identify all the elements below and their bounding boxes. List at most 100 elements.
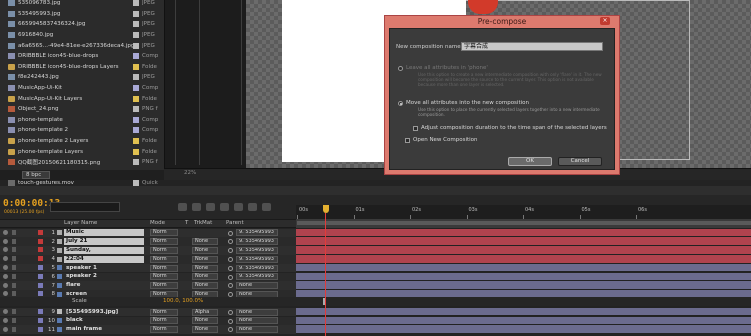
layer-duration-bar[interactable] bbox=[296, 237, 751, 247]
label-color-swatch[interactable] bbox=[133, 10, 139, 17]
project-item[interactable]: phone-template Comp bbox=[0, 115, 164, 126]
column-t[interactable]: T bbox=[185, 220, 188, 226]
layer-row[interactable]: 6 speaker 2 Norm None 9. 535495993 bbox=[0, 272, 296, 282]
project-item[interactable]: DRIBBBLE icon45-blue-drops Layers Folde bbox=[0, 62, 164, 73]
visibility-eye-icon[interactable] bbox=[3, 256, 8, 262]
project-item[interactable]: Object_24.png PNG f bbox=[0, 104, 164, 115]
layer-label-color[interactable] bbox=[38, 265, 43, 271]
label-color-swatch[interactable] bbox=[133, 148, 139, 155]
parent-dropdown[interactable]: None bbox=[236, 308, 278, 316]
label-color-swatch[interactable] bbox=[133, 95, 139, 102]
track-matte-dropdown[interactable]: None bbox=[192, 255, 218, 263]
parent-pickwhip-icon[interactable] bbox=[228, 239, 233, 245]
column-mode[interactable]: Mode bbox=[150, 220, 165, 226]
label-color-swatch[interactable] bbox=[133, 21, 139, 28]
label-color-swatch[interactable] bbox=[133, 138, 139, 145]
layer-row[interactable]: 1 Music Norm 9. 535495993 bbox=[0, 228, 296, 238]
audio-icon[interactable] bbox=[12, 265, 16, 271]
parent-dropdown[interactable]: 9. 535495993 bbox=[236, 246, 278, 254]
blend-mode-dropdown[interactable]: Norm bbox=[150, 308, 178, 316]
parent-dropdown[interactable]: 9. 535495993 bbox=[236, 229, 278, 237]
parent-dropdown[interactable]: None bbox=[236, 317, 278, 325]
audio-icon[interactable] bbox=[12, 317, 16, 323]
layer-row[interactable]: 9 [535495993.jpg] Norm Alpha None bbox=[0, 307, 296, 317]
adjust-duration-checkbox[interactable] bbox=[413, 126, 418, 131]
blend-mode-dropdown[interactable]: Norm bbox=[150, 246, 178, 254]
timeline-tab-strip[interactable] bbox=[0, 186, 751, 195]
project-item[interactable]: DRIBBBLE icon45-blue-drops Comp bbox=[0, 51, 164, 62]
audio-icon[interactable] bbox=[12, 238, 16, 244]
visibility-eye-icon[interactable] bbox=[3, 273, 8, 279]
zoom-level[interactable]: 22% bbox=[184, 170, 196, 176]
layer-duration-bar[interactable] bbox=[296, 325, 751, 335]
layer-duration-bar[interactable] bbox=[296, 272, 751, 282]
layer-duration-bar[interactable] bbox=[296, 316, 751, 326]
parent-pickwhip-icon[interactable] bbox=[228, 309, 233, 315]
audio-icon[interactable] bbox=[12, 282, 16, 288]
layer-duration-bar[interactable] bbox=[296, 281, 751, 291]
label-color-swatch[interactable] bbox=[133, 63, 139, 70]
parent-pickwhip-icon[interactable] bbox=[228, 265, 233, 271]
label-color-swatch[interactable] bbox=[133, 0, 139, 7]
track-matte-dropdown[interactable]: None bbox=[192, 238, 218, 246]
layer-name[interactable]: speaker 2 bbox=[64, 273, 144, 280]
track-matte-dropdown[interactable]: None bbox=[192, 282, 218, 290]
track-matte-dropdown[interactable]: None bbox=[192, 326, 218, 334]
blend-mode-dropdown[interactable]: Norm bbox=[150, 282, 178, 290]
layer-row[interactable]: 4 22:04 Norm None 9. 535495993 bbox=[0, 254, 296, 264]
project-item[interactable]: MusicApp-Ui-Kit Layers Folde bbox=[0, 93, 164, 104]
layer-label-color[interactable] bbox=[38, 229, 43, 235]
layer-label-color[interactable] bbox=[38, 247, 43, 253]
layer-name[interactable]: Music bbox=[64, 229, 144, 237]
layer-label-color[interactable] bbox=[38, 326, 43, 332]
visibility-eye-icon[interactable] bbox=[3, 309, 8, 315]
composition-name-input[interactable]: 字幕合成 bbox=[461, 42, 603, 51]
project-item[interactable]: phone-template Layers Folde bbox=[0, 146, 164, 157]
project-item[interactable]: QQ截图20150621180315.png PNG f bbox=[0, 157, 164, 168]
track-matte-dropdown[interactable]: None bbox=[192, 273, 218, 281]
project-item[interactable]: phone-template 2 Layers Folde bbox=[0, 136, 164, 147]
column-trkmat[interactable]: TrkMat bbox=[194, 220, 212, 226]
layer-name[interactable]: main frame bbox=[64, 326, 144, 333]
current-time-indicator-head[interactable] bbox=[323, 205, 329, 213]
layer-row[interactable]: 3 Sunday, Norm None 9. 535495993 bbox=[0, 246, 296, 255]
layer-name[interactable]: July 21 bbox=[64, 238, 144, 246]
audio-icon[interactable] bbox=[12, 291, 16, 297]
label-color-swatch[interactable] bbox=[133, 116, 139, 123]
visibility-eye-icon[interactable] bbox=[3, 291, 8, 297]
audio-icon[interactable] bbox=[12, 309, 16, 315]
project-item[interactable]: 535096783.jpg JPEG bbox=[0, 0, 164, 9]
project-item[interactable]: f8e242443.jpg JPEG bbox=[0, 72, 164, 83]
layer-duration-bar[interactable] bbox=[296, 263, 751, 273]
comp-mini-flowchart-icon[interactable] bbox=[178, 203, 187, 211]
track-matte-dropdown[interactable]: None bbox=[192, 264, 218, 272]
motion-blur-icon[interactable] bbox=[234, 203, 243, 211]
track-matte-dropdown[interactable]: None bbox=[192, 246, 218, 254]
leave-attributes-radio[interactable] bbox=[398, 66, 403, 71]
parent-pickwhip-icon[interactable] bbox=[228, 256, 233, 262]
layer-label-color[interactable] bbox=[38, 273, 43, 279]
track-matte-dropdown[interactable]: None bbox=[192, 317, 218, 325]
layer-duration-bar[interactable] bbox=[296, 246, 751, 255]
move-attributes-radio[interactable] bbox=[398, 101, 403, 106]
visibility-eye-icon[interactable] bbox=[3, 229, 8, 235]
label-color-swatch[interactable] bbox=[133, 74, 139, 81]
project-item[interactable]: 6916840.jpg JPEG bbox=[0, 30, 164, 41]
timeline-search-input[interactable] bbox=[50, 202, 120, 212]
label-color-swatch[interactable] bbox=[133, 106, 139, 113]
label-color-swatch[interactable] bbox=[133, 85, 139, 92]
audio-icon[interactable] bbox=[12, 229, 16, 235]
layer-row[interactable]: 11 main frame Norm None None bbox=[0, 325, 296, 335]
blend-mode-dropdown[interactable]: Norm bbox=[150, 326, 178, 334]
frame-blending-icon[interactable] bbox=[220, 203, 229, 211]
scale-property-value[interactable]: 100.0, 100.0% bbox=[163, 298, 203, 304]
visibility-eye-icon[interactable] bbox=[3, 282, 8, 288]
parent-pickwhip-icon[interactable] bbox=[228, 318, 233, 324]
layer-label-color[interactable] bbox=[38, 238, 43, 244]
blend-mode-dropdown[interactable]: Norm bbox=[150, 255, 178, 263]
parent-dropdown[interactable]: None bbox=[236, 282, 278, 290]
column-layer-name[interactable]: Layer Name bbox=[64, 220, 97, 226]
layer-name[interactable]: [535495993.jpg] bbox=[64, 309, 144, 316]
layer-name[interactable]: 22:04 bbox=[64, 255, 144, 263]
label-color-swatch[interactable] bbox=[133, 42, 139, 49]
